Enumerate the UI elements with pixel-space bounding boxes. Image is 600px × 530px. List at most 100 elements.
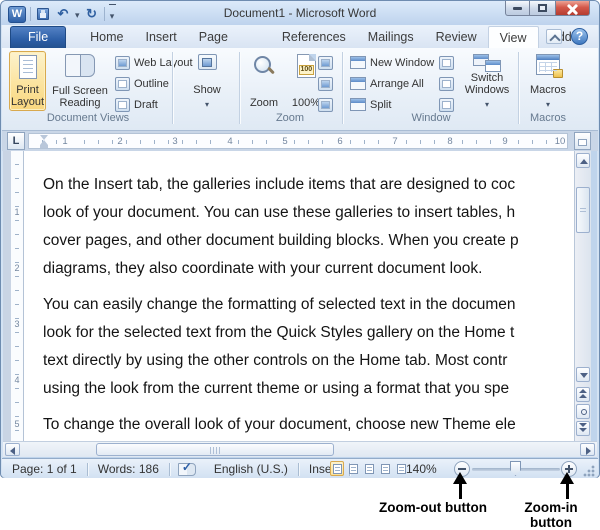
web-layout-view-button[interactable] [362,461,376,476]
page-count[interactable]: Page: 1 of 1 [2,460,87,479]
magnifier-icon [252,54,276,78]
text-line: diagrams, they also coordinate with your… [43,255,574,283]
maximize-button[interactable] [530,1,556,16]
macros-button[interactable]: Macros [525,51,571,111]
arrow-down-icon [580,373,588,378]
zoom-slider-thumb[interactable] [510,461,521,476]
draft-icon [115,98,130,112]
next-page-button[interactable] [576,421,590,436]
window-group-label: Window [346,112,516,124]
full-screen-reading-icon [65,54,95,77]
page-width-icon [318,98,333,112]
one-page-button[interactable] [318,54,333,71]
view-ruler-toggle[interactable] [574,132,591,150]
scroll-down-button[interactable] [576,367,590,382]
synchronous-scrolling-icon [439,77,454,91]
group-divider [172,52,173,124]
text-line: cover pages, and other document building… [43,227,574,255]
ruler-number: 4 [11,375,23,385]
scroll-right-button[interactable] [580,443,595,456]
previous-page-button[interactable] [576,387,590,402]
document-page[interactable]: On the Insert tab, the galleries include… [24,151,574,441]
tab-home[interactable]: Home [79,26,134,48]
select-browse-object-button[interactable] [576,404,590,419]
minimize-button[interactable] [505,1,530,16]
ruler-number: 1 [59,136,71,147]
scroll-up-button[interactable] [576,153,590,168]
reset-window-position-button[interactable] [439,96,454,113]
paragraph: On the Insert tab, the galleries include… [43,171,574,283]
chevron-down-icon [205,98,209,111]
new-window-icon [350,56,366,69]
vertical-ruler: 1 2 3 4 5 [11,151,24,441]
ruler-number: 5 [11,419,23,429]
resize-grip[interactable] [582,464,595,477]
indent-marker[interactable] [39,135,48,148]
ruler-number: 2 [11,263,23,273]
vertical-scroll-thumb[interactable] [576,187,590,233]
collapse-ribbon-button[interactable] [546,29,562,44]
outline-icon [115,77,130,91]
page-width-button[interactable] [318,96,333,113]
vertical-scrollbar[interactable] [574,151,591,441]
web-layout-button[interactable]: Web Layout [115,54,193,71]
full-screen-reading-view-button[interactable] [346,461,360,476]
show-button[interactable]: Show [182,51,232,111]
ruler-number: 10 [554,136,566,147]
horizontal-scroll-thumb[interactable] [96,443,334,456]
word-window: Document1 - Microsoft Word File Home Ins… [0,0,600,478]
reset-window-position-icon [439,98,454,112]
proofing-check-icon[interactable] [178,463,196,476]
web-layout-view-icon [365,464,374,474]
tab-view[interactable]: View [488,26,539,48]
outline-view-button[interactable] [378,461,392,476]
zoom-group-label: Zoom [242,112,338,124]
split-button[interactable]: Split [350,96,391,113]
language-indicator[interactable]: English (U.S.) [204,460,298,479]
outline-button[interactable]: Outline [115,75,169,92]
one-page-icon [318,56,333,70]
close-icon [567,3,578,14]
status-bar: Page: 1 of 1 Words: 186 English (U.S.) I… [2,458,598,478]
print-layout-view-button[interactable] [330,461,344,476]
horizontal-scrollbar[interactable] [3,441,597,457]
text-line: To change the overall look of your docum… [43,411,574,439]
word-count[interactable]: Words: 186 [88,460,169,479]
tab-references[interactable]: References [271,26,357,48]
maximize-icon [538,4,547,12]
tab-review[interactable]: Review [425,26,488,48]
tab-file[interactable]: File [10,26,66,48]
two-pages-button[interactable] [318,75,333,92]
annotation-arrow-zoom-out-line [459,483,462,499]
zoom-button[interactable]: Zoom [245,51,283,111]
tab-insert[interactable]: Insert [135,26,188,48]
arrange-all-button[interactable]: Arrange All [350,75,424,92]
minimize-icon [513,7,522,10]
paragraph: You can easily change the formatting of … [43,291,574,403]
tab-mailings[interactable]: Mailings [357,26,425,48]
full-screen-reading-button[interactable]: Full Screen Reading [49,51,111,111]
ruler-number: 7 [389,136,401,147]
draft-button[interactable]: Draft [115,96,158,113]
chevron-down-icon [546,98,550,111]
two-pages-icon [318,77,333,91]
print-layout-button[interactable]: Print Layout [9,51,46,111]
close-button[interactable] [556,1,590,16]
new-window-button[interactable]: New Window [350,54,434,71]
ruler-number: 2 [114,136,126,147]
help-button[interactable] [571,28,588,45]
view-side-by-side-icon [439,56,454,70]
minus-icon [458,468,466,470]
switch-windows-button[interactable]: Switch Windows [461,51,513,111]
ruler-number: 4 [224,136,236,147]
ruler-number: 9 [499,136,511,147]
tab-page-layout[interactable]: Page Layout [188,26,271,48]
arrow-right-icon [586,447,591,455]
text-line: text directly by using the other control… [43,347,574,375]
view-side-by-side-button[interactable] [439,54,454,71]
scroll-left-button[interactable] [5,443,20,456]
zoom-level[interactable]: 140% [406,462,437,476]
zoom-in-annotation-label: Zoom-in button [502,500,600,530]
synchronous-scrolling-button[interactable] [439,75,454,92]
tab-stop-selector[interactable] [7,132,25,150]
